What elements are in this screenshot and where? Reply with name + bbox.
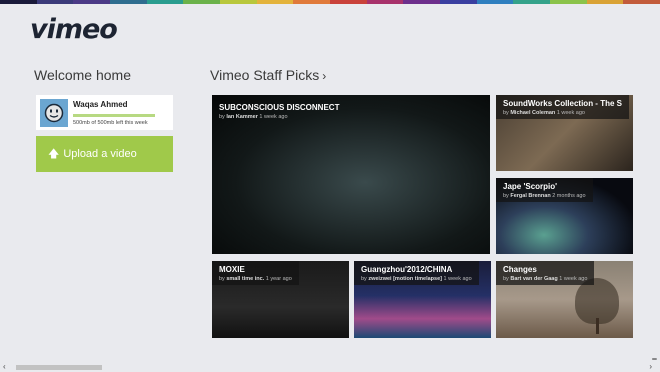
chevron-right-icon: › [322, 69, 327, 83]
tile-time: 1 year ago [265, 276, 292, 282]
scroll-thumb[interactable] [16, 365, 102, 370]
upload-arrow-icon: 🡅 [48, 147, 60, 160]
tile-caption: Changes by Bart van der Gaag 1 week ago [496, 261, 595, 285]
tile-title: Jape 'Scorpio' [503, 182, 558, 191]
stripe-segment [183, 0, 221, 4]
user-name: Waqas Ahmed [73, 99, 128, 109]
stripe-segment [586, 0, 624, 4]
video-tile[interactable]: SUBCONSCIOUS DISCONNECT by Ian Kammer 1 … [212, 95, 490, 254]
smiley-icon [44, 103, 64, 122]
tile-time: 2 months ago [552, 193, 586, 199]
video-tile[interactable]: Changes by Bart van der Gaag 1 week ago [496, 261, 633, 338]
tile-byline: by small time inc. 1 year ago [219, 276, 292, 282]
tile-byline: by Fergal Brennan 2 months ago [503, 193, 586, 199]
tile-byline: by zweizwei [motion timelapse] 1 week ag… [361, 276, 472, 282]
tile-author: Michael Coleman [510, 110, 556, 116]
tile-author: zweizwei [motion timelapse] [368, 276, 442, 282]
stripe-segment [293, 0, 331, 4]
stripe-segment [476, 0, 514, 4]
video-tile[interactable]: SoundWorks Collection - The S by Michael… [496, 95, 633, 171]
tile-author: Fergal Brennan [510, 193, 551, 199]
tile-time: 1 week ago [259, 114, 288, 120]
tile-caption: MOXIE by small time inc. 1 year ago [212, 261, 299, 285]
welcome-title: Welcome home [34, 67, 132, 83]
tile-byline: by Bart van der Gaag 1 week ago [503, 276, 588, 282]
stripe-segment [623, 0, 660, 4]
tree-trunk [596, 318, 599, 334]
tile-title: SUBCONSCIOUS DISCONNECT [219, 103, 340, 112]
tile-caption: Jape 'Scorpio' by Fergal Brennan 2 month… [496, 178, 593, 202]
user-card[interactable]: Waqas Ahmed 500mb of 500mb left this wee… [36, 95, 173, 130]
video-tile[interactable]: MOXIE by small time inc. 1 year ago [212, 261, 349, 338]
stripe-segment [0, 0, 37, 4]
stripe-segment [403, 0, 441, 4]
scroll-left-arrow-icon[interactable]: ‹ [3, 362, 6, 371]
video-tile[interactable]: Guangzhou'2012/CHINA by zweizwei [motion… [354, 261, 491, 338]
tile-caption: SUBCONSCIOUS DISCONNECT by Ian Kammer 1 … [212, 95, 346, 128]
upload-video-button[interactable]: 🡅 Upload a video [36, 136, 173, 172]
tile-caption: Guangzhou'2012/CHINA by zweizwei [motion… [354, 261, 479, 285]
horizontal-scrollbar[interactable]: ‹ − › [0, 354, 660, 372]
tile-author: small time inc. [226, 276, 265, 282]
stripe-segment [220, 0, 257, 4]
stripe-segment [366, 0, 404, 4]
stripe-segment [146, 0, 184, 4]
tile-time: 1 week ago [443, 276, 472, 282]
tile-time: 1 week ago [556, 110, 585, 116]
tile-byline: by Michael Coleman 1 week ago [503, 110, 585, 116]
scroll-right-arrow-icon[interactable]: › [649, 362, 652, 371]
tile-title: Guangzhou'2012/CHINA [361, 265, 453, 274]
stripe-segment [550, 0, 587, 4]
tile-author: Ian Kammer [226, 114, 258, 120]
zoom-out-icon[interactable]: − [652, 354, 657, 364]
tile-title: SoundWorks Collection - The S [503, 99, 622, 108]
tile-title: Changes [503, 265, 537, 274]
tile-title: MOXIE [219, 265, 245, 274]
avatar [40, 98, 68, 127]
quota-bar [73, 113, 155, 117]
upload-label: Upload a video [63, 148, 137, 160]
video-tile[interactable]: Jape 'Scorpio' by Fergal Brennan 2 month… [496, 178, 633, 254]
stripe-segment [330, 0, 367, 4]
vimeo-logo: vimeo [30, 14, 118, 45]
stripe-segment [513, 0, 551, 4]
tile-time: 1 week ago [559, 276, 588, 282]
stripe-segment [36, 0, 74, 4]
tile-byline: by Ian Kammer 1 week ago [219, 114, 288, 120]
stripe-segment [73, 0, 111, 4]
staff-picks-label: Vimeo Staff Picks [210, 67, 320, 83]
stripe-segment [110, 0, 147, 4]
tile-author: Bart van der Gaag [510, 276, 558, 282]
stripe-segment [256, 0, 294, 4]
top-color-stripe [0, 0, 660, 4]
quota-text: 500mb of 500mb left this week [73, 119, 148, 126]
stripe-segment [440, 0, 477, 4]
staff-picks-title[interactable]: Vimeo Staff Picks › [210, 67, 326, 83]
tile-caption: SoundWorks Collection - The S by Michael… [496, 95, 629, 119]
